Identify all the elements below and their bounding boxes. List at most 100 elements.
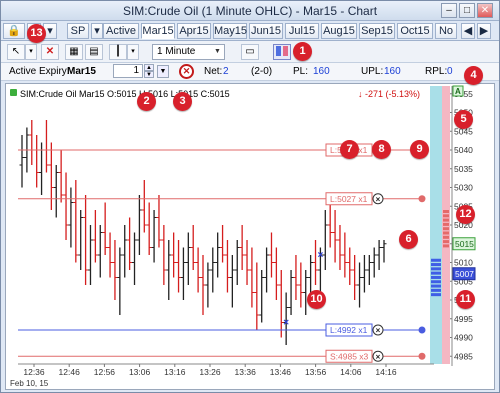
bid-depth-bar [431, 263, 441, 267]
order-drag-handle[interactable] [418, 352, 426, 360]
chart-header-text: SIM:Crude Oil Mar15 O:5015 H:5016 L:5015… [20, 89, 230, 99]
minimize-button[interactable]: – [441, 3, 457, 18]
order-label[interactable]: L:4992 x1 [330, 325, 368, 335]
cancel-order-icon[interactable]: × [376, 352, 381, 361]
x-tick-label: 12:36 [23, 367, 45, 377]
callout-badge-9: 9 [410, 140, 429, 159]
bid-depth-bar [431, 293, 441, 297]
trade-panel-toggle-icon[interactable] [273, 44, 291, 60]
order-label[interactable]: S:4985 x3 [330, 351, 369, 361]
pointer-icon[interactable]: ↖ [7, 44, 25, 60]
callout-badge-5: 5 [454, 110, 473, 129]
tab-jul15[interactable]: Jul15 [285, 23, 319, 39]
tab-sp[interactable]: SP [67, 23, 89, 39]
cancel-order-icon[interactable]: × [376, 326, 381, 335]
indicators-icon[interactable]: ▤ [85, 44, 103, 60]
expiry-value: Mar15 [67, 66, 96, 77]
ask-depth-bar [443, 240, 449, 244]
auto-scale-glyph: A [455, 87, 461, 96]
quantity-up-icon[interactable]: ▲ [144, 64, 154, 71]
callout-badge-4: 4 [464, 66, 483, 85]
lock-icon[interactable]: 🔒 [3, 23, 25, 39]
quantity-down-icon[interactable]: ▼ [144, 71, 154, 78]
pl-label: PL: [293, 66, 309, 77]
quantity-input[interactable]: 1 [113, 64, 143, 78]
ask-depth-bar [443, 235, 449, 239]
ask-depth-bar [443, 218, 449, 222]
x-tick-label: 13:16 [164, 367, 186, 377]
bid-depth-bar [431, 271, 441, 275]
x-tick-label: 13:06 [129, 367, 151, 377]
connection-status-icon [10, 89, 17, 96]
bid-depth-bar [431, 258, 441, 262]
x-tick-label: 14:16 [375, 367, 397, 377]
rpl-label: RPL: [425, 66, 448, 77]
upl-value: 160 [384, 66, 401, 77]
pointer-dropdown-icon[interactable]: ▾ [25, 44, 37, 60]
maximize-button[interactable]: □ [459, 3, 475, 18]
order-label[interactable]: L:5027 x1 [330, 194, 368, 204]
chart-settings-icon[interactable]: ▦ [65, 44, 83, 60]
x-tick-label: 13:56 [305, 367, 327, 377]
y-tick-label: 4995 [454, 314, 473, 324]
callout-badge-7: 7 [340, 140, 359, 159]
ask-depth-bar [443, 214, 449, 218]
tab-sep15[interactable]: Sep15 [359, 23, 395, 39]
x-tick-label: 12:56 [94, 367, 116, 377]
x-tick-label: 13:46 [270, 367, 292, 377]
callout-badge-3: 3 [173, 92, 192, 111]
tab-jun15[interactable]: Jun15 [249, 23, 283, 39]
toolbar: ↖ ▾ ✕ ▦ ▤ ┃ ▾ 1 Minute ▼ ▭ [1, 41, 499, 63]
tab-mar15[interactable]: Mar15 [141, 23, 175, 39]
order-drag-handle[interactable] [418, 326, 426, 334]
callout-badge-11: 11 [456, 290, 475, 309]
title-bar: SIM:Crude Oil (1 Minute OHLC) - Mar15 - … [1, 1, 499, 21]
chart-window: SIM:Crude Oil (1 Minute OHLC) - Mar15 - … [0, 0, 500, 393]
ask-depth-bar [443, 227, 449, 231]
delete-icon[interactable]: ✕ [41, 44, 59, 60]
ask-depth-bar [443, 210, 449, 213]
y-tick-label: 5040 [454, 145, 473, 155]
template-icon[interactable]: ▭ [241, 44, 259, 60]
price-chart[interactable]: SIM:Crude Oil Mar15 O:5015 H:5016 L:5015… [5, 83, 495, 390]
close-button[interactable]: ✕ [477, 3, 493, 18]
cancel-all-orders-button[interactable]: ✕ [179, 64, 194, 79]
bar-style-icon[interactable]: ┃ [109, 44, 127, 60]
fill-marker: × [283, 318, 289, 329]
pl-value: 160 [313, 66, 330, 77]
y-tick-label: 5035 [454, 164, 473, 174]
callout-badge-2: 2 [137, 92, 156, 111]
cancel-order-icon[interactable]: × [376, 195, 381, 204]
quantity-dropdown-icon[interactable]: ▼ [157, 65, 169, 78]
callout-badge-1: 1 [293, 42, 312, 61]
tab-aug15[interactable]: Aug15 [321, 23, 357, 39]
tab-may15[interactable]: May15 [213, 23, 247, 39]
x-tick-label: 14:06 [340, 367, 362, 377]
tab-apr15[interactable]: Apr15 [177, 23, 211, 39]
ask-depth-bar [443, 244, 449, 248]
trade-panel-glyph [276, 46, 288, 56]
tab-active[interactable]: Active [103, 23, 139, 39]
x-date-label: Feb 10, 15 [10, 379, 49, 388]
x-tick-label: 13:36 [235, 367, 257, 377]
interval-select[interactable]: 1 Minute ▼ [152, 44, 225, 60]
bid-depth-bar [431, 280, 441, 284]
bid-ask-column [430, 86, 442, 364]
ask-depth-bar [443, 231, 449, 235]
y-tick-label: 4985 [454, 351, 473, 361]
tab-oct15[interactable]: Oct15 [397, 23, 433, 39]
order-drag-handle[interactable] [418, 195, 426, 203]
tab-scroll-left-icon[interactable]: ◀ [461, 23, 475, 39]
bar-style-dropdown-icon[interactable]: ▾ [127, 44, 139, 60]
window-title: SIM:Crude Oil (1 Minute OHLC) - Mar15 - … [122, 4, 378, 18]
ask-price-tag-label: 5015 [455, 239, 474, 249]
chart-canvas[interactable]: SIM:Crude Oil Mar15 O:5015 H:5016 L:5015… [6, 84, 494, 389]
bid-depth-bar [431, 275, 441, 279]
sp-dropdown-icon[interactable]: ▾ [91, 23, 103, 39]
x-tick-label: 12:46 [59, 367, 81, 377]
tab-nov15[interactable]: No [435, 23, 457, 39]
tab-scroll-right-icon[interactable]: ▶ [477, 23, 491, 39]
fill-marker: × [317, 250, 323, 261]
callout-badge-13: 13 [27, 24, 46, 43]
y-tick-label: 5010 [454, 258, 473, 268]
